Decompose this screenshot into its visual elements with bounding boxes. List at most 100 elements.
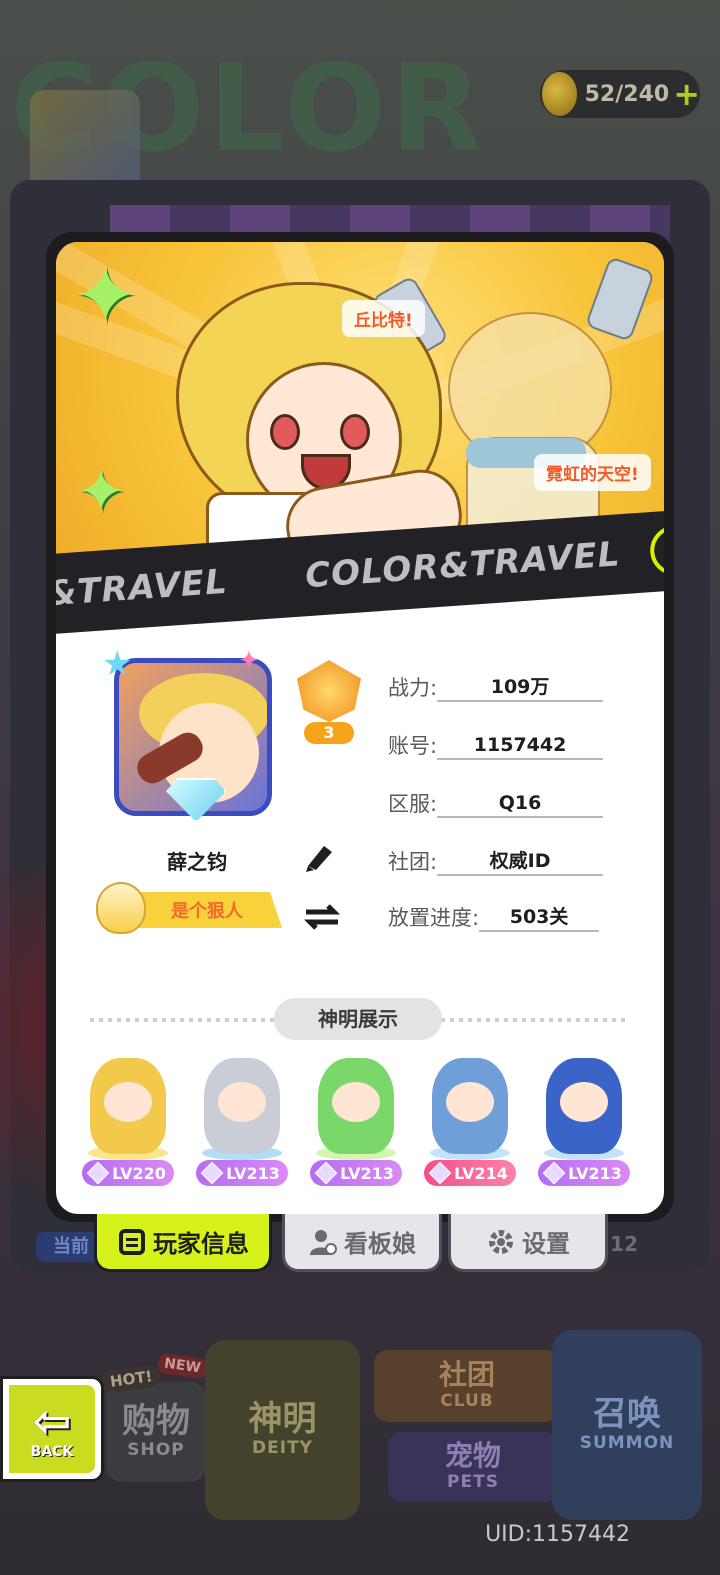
ribbon-text: &TRAVEL bbox=[56, 561, 229, 615]
info-row-account: 账号: 1157442 bbox=[388, 726, 604, 760]
deity-level: LV213 bbox=[340, 1163, 394, 1183]
back-button[interactable]: ⇦ BACK bbox=[0, 1376, 104, 1482]
deity-section-title: 神明展示 bbox=[274, 998, 442, 1040]
info-value: 503关 bbox=[479, 902, 600, 932]
rank-level: 3 bbox=[304, 722, 354, 744]
deity-level-badge: LV213 bbox=[310, 1160, 402, 1186]
logo-icon: ⇌ bbox=[648, 523, 664, 578]
info-label: 社团: bbox=[388, 850, 438, 874]
deity-level-badge: LV213 bbox=[196, 1160, 288, 1186]
tab-mascot-label: 看板娘 bbox=[344, 1230, 416, 1258]
nav-deity-sublabel: DEITY bbox=[252, 1438, 313, 1458]
nav-deity-label: 神明 bbox=[248, 1399, 317, 1439]
tab-settings[interactable]: 设置 bbox=[448, 1214, 608, 1272]
player-name: 薛之钧 bbox=[167, 850, 227, 874]
deity-level: LV220 bbox=[112, 1163, 166, 1183]
chick-egg-icon bbox=[96, 882, 146, 934]
tab-player-info[interactable]: 玩家信息 bbox=[94, 1214, 272, 1272]
star-icon: ★ bbox=[102, 644, 133, 684]
info-value: 权威ID bbox=[437, 846, 604, 876]
coin-counter[interactable]: 52/240 + bbox=[540, 70, 700, 118]
player-title: 是个狠人 bbox=[132, 892, 282, 928]
new-badge: NEW bbox=[156, 1352, 208, 1380]
nav-summon-label: 召唤 bbox=[593, 1394, 661, 1434]
user-svg bbox=[310, 1229, 337, 1255]
player-card-icon bbox=[117, 1227, 147, 1257]
info-value: Q16 bbox=[437, 788, 604, 818]
info-label: 区服: bbox=[388, 792, 438, 816]
background-number: 12 bbox=[610, 1232, 638, 1256]
deity-level-badge: LV220 bbox=[82, 1160, 174, 1186]
sparkle-icon: ✦ bbox=[72, 249, 140, 342]
speech-bubble: 丘比特! bbox=[342, 300, 425, 337]
player-card-svg bbox=[119, 1228, 145, 1255]
switch-arrows-svg bbox=[303, 904, 341, 930]
uid-label: UID:1157442 bbox=[485, 1522, 630, 1547]
banner-character-eye bbox=[340, 414, 370, 450]
player-avatar[interactable]: ★ ✦ bbox=[102, 644, 278, 822]
nav-pets-label: 宠物 bbox=[444, 1439, 501, 1472]
info-label: 放置进度: bbox=[388, 906, 480, 930]
info-value: 1157442 bbox=[437, 730, 604, 760]
deity-face bbox=[104, 1082, 152, 1122]
ribbon-text-main: COLOR&TRAVEL bbox=[303, 534, 622, 597]
gear-icon bbox=[486, 1227, 516, 1257]
gem-icon bbox=[86, 1161, 110, 1185]
gear-svg bbox=[489, 1229, 513, 1254]
info-row-club: 社团: 权威ID bbox=[388, 842, 604, 876]
user-icon bbox=[308, 1227, 338, 1257]
deity-face bbox=[218, 1082, 266, 1122]
add-coin-icon[interactable]: + bbox=[673, 75, 700, 113]
edit-pencil-svg bbox=[306, 846, 332, 872]
tab-mascot[interactable]: 看板娘 bbox=[282, 1214, 442, 1272]
nav-summon-sublabel: SUMMON bbox=[579, 1433, 675, 1453]
nav-deity[interactable]: 神明 DEITY bbox=[205, 1340, 360, 1520]
deity-level: LV214 bbox=[454, 1163, 508, 1183]
sparkle-icon: ✦ bbox=[76, 457, 127, 527]
info-row-power: 战力: 109万 bbox=[388, 668, 604, 702]
gem-icon bbox=[428, 1161, 452, 1185]
back-arrow-icon: ⇦ bbox=[32, 1394, 72, 1448]
deity-slot[interactable]: LV220 bbox=[78, 1042, 178, 1192]
nav-pets[interactable]: 宠物 PETS bbox=[388, 1432, 558, 1502]
nav-club-label: 社团 bbox=[438, 1358, 495, 1391]
player-title-badge[interactable]: 是个狠人 bbox=[96, 882, 286, 934]
nav-pets-sublabel: PETS bbox=[447, 1472, 499, 1492]
deity-slot[interactable]: LV213 bbox=[534, 1042, 634, 1192]
deity-level-badge: LV214 bbox=[424, 1160, 516, 1186]
info-label: 战力: bbox=[388, 676, 438, 700]
deity-face bbox=[560, 1082, 608, 1122]
back-label: BACK bbox=[30, 1444, 74, 1460]
deity-level: LV213 bbox=[568, 1163, 622, 1183]
info-row-idle-progress: 放置进度: 503关 bbox=[388, 898, 600, 932]
banner-character-eye bbox=[270, 414, 300, 450]
coin-icon bbox=[542, 72, 577, 116]
edit-name-icon[interactable] bbox=[302, 840, 336, 874]
nav-club-sublabel: CLUB bbox=[440, 1391, 494, 1411]
deity-face bbox=[332, 1082, 380, 1122]
star-icon: ✦ bbox=[238, 646, 260, 676]
tab-settings-label: 设置 bbox=[522, 1230, 570, 1258]
deity-level: LV213 bbox=[226, 1163, 280, 1183]
nav-summon[interactable]: 召唤 SUMMON bbox=[552, 1330, 702, 1520]
tab-player-info-label: 玩家信息 bbox=[153, 1230, 249, 1258]
rank-emblem-icon bbox=[297, 660, 361, 722]
deity-slot[interactable]: LV213 bbox=[192, 1042, 292, 1192]
profile-banner: ✦ ✦ 丘比特! 霓虹的天空! bbox=[56, 242, 664, 562]
info-label: 账号: bbox=[388, 734, 438, 758]
speech-bubble: 霓虹的天空! bbox=[534, 454, 651, 491]
switch-title-icon[interactable] bbox=[302, 902, 342, 932]
gem-icon bbox=[542, 1161, 566, 1185]
nav-shop-sublabel: SHOP bbox=[127, 1440, 185, 1460]
nav-club[interactable]: 社团 CLUB bbox=[374, 1350, 560, 1422]
info-row-server: 区服: Q16 bbox=[388, 784, 604, 818]
nav-shop-label: 购物 bbox=[122, 1401, 190, 1441]
deity-slot[interactable]: LV214 bbox=[420, 1042, 520, 1192]
gem-icon bbox=[314, 1161, 338, 1185]
coin-amount: 52/240 bbox=[584, 81, 670, 107]
deity-face bbox=[446, 1082, 494, 1122]
nav-shop[interactable]: 购物 SHOP bbox=[106, 1382, 206, 1482]
deity-slot[interactable]: LV213 bbox=[306, 1042, 406, 1192]
deity-level-badge: LV213 bbox=[538, 1160, 630, 1186]
gem-icon bbox=[200, 1161, 224, 1185]
